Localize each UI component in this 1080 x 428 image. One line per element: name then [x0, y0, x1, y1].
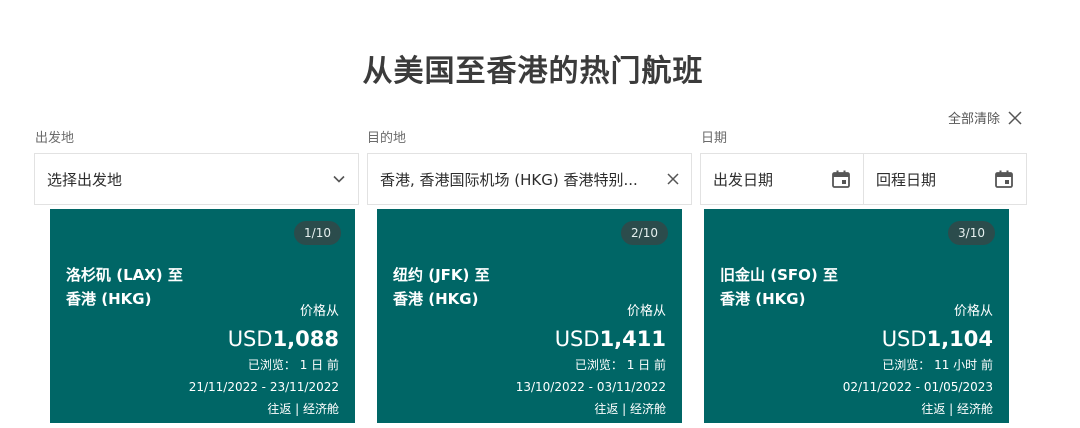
destination-value: 香港, 香港国际机场 (HKG) 香港特别...: [380, 170, 638, 189]
origin-value: 选择出发地: [47, 170, 123, 189]
card-route: 纽约 (JFK) 至 香港 (HKG): [393, 263, 490, 311]
route-destination: 香港 (HKG): [393, 290, 479, 308]
price-from-label: 价格从: [626, 304, 666, 319]
price-from-label: 价格从: [953, 304, 993, 319]
flight-deal-card[interactable]: 2/10 纽约 (JFK) 至 香港 (HKG) 价格从 USD1,411 已浏…: [377, 209, 682, 423]
route-origin: 纽约 (JFK) 至: [393, 266, 490, 284]
price-currency: USD: [554, 327, 600, 351]
price-block: 价格从 USD1,088 已浏览： 1 日 前 21/11/2022 - 23/…: [189, 303, 339, 420]
price-from-label: 价格从: [299, 304, 339, 319]
price-amount: 1,104: [926, 327, 993, 351]
price-currency: USD: [227, 327, 273, 351]
trip-type: 往返 | 经济舱: [921, 402, 993, 416]
viewed-time: 已浏览： 1 日 前: [574, 358, 666, 372]
depart-date-field[interactable]: 出发日期: [700, 153, 864, 205]
flight-deal-card[interactable]: 1/10 洛杉矶 (LAX) 至 香港 (HKG) 价格从 USD1,088 已…: [50, 209, 355, 423]
route-origin: 旧金山 (SFO) 至: [720, 266, 838, 284]
route-destination: 香港 (HKG): [720, 290, 806, 308]
dates-label: 日期: [701, 131, 728, 146]
trip-type: 往返 | 经济舱: [267, 402, 339, 416]
travel-dates: 02/11/2022 - 01/05/2023: [842, 380, 993, 394]
price: USD1,088: [189, 324, 339, 354]
price-block: 价格从 USD1,411 已浏览： 1 日 前 13/10/2022 - 03/…: [516, 303, 666, 420]
price-currency: USD: [881, 327, 927, 351]
price: USD1,104: [843, 324, 993, 354]
travel-dates: 13/10/2022 - 03/11/2022: [515, 380, 666, 394]
viewed-time: 已浏览： 11 小时 前: [882, 358, 993, 372]
card-route: 旧金山 (SFO) 至 香港 (HKG): [720, 263, 838, 311]
close-icon: [1008, 110, 1022, 125]
travel-dates: 21/11/2022 - 23/11/2022: [188, 380, 339, 394]
price: USD1,411: [516, 324, 666, 354]
card-counter: 2/10: [621, 221, 668, 245]
origin-select[interactable]: 选择出发地: [34, 153, 359, 205]
viewed-time: 已浏览： 1 日 前: [247, 358, 339, 372]
price-amount: 1,411: [599, 327, 666, 351]
chevron-down-icon: [333, 175, 345, 183]
destination-input[interactable]: 香港, 香港国际机场 (HKG) 香港特别...: [367, 153, 692, 205]
trip-type: 往返 | 经济舱: [594, 402, 666, 416]
close-icon[interactable]: [667, 173, 679, 185]
price-amount: 1,088: [272, 327, 339, 351]
price-block: 价格从 USD1,104 已浏览： 11 小时 前 02/11/2022 - 0…: [843, 303, 993, 420]
card-route: 洛杉矶 (LAX) 至 香港 (HKG): [66, 263, 183, 311]
flight-deal-card[interactable]: 3/10 旧金山 (SFO) 至 香港 (HKG) 价格从 USD1,104 已…: [704, 209, 1009, 423]
card-counter: 3/10: [948, 221, 995, 245]
clear-all-label: 全部清除: [947, 112, 1000, 127]
calendar-icon: [995, 170, 1013, 188]
card-counter: 1/10: [294, 221, 341, 245]
return-date-placeholder: 回程日期: [876, 170, 937, 189]
calendar-icon: [832, 170, 850, 188]
origin-label: 出发地: [35, 131, 75, 146]
return-date-field[interactable]: 回程日期: [863, 153, 1027, 205]
route-destination: 香港 (HKG): [66, 290, 152, 308]
destination-label: 目的地: [367, 131, 407, 146]
page-title: 从美国至香港的热门航班: [362, 54, 704, 89]
route-origin: 洛杉矶 (LAX) 至: [66, 266, 183, 284]
depart-date-placeholder: 出发日期: [713, 170, 774, 189]
clear-all-button[interactable]: 全部清除: [948, 108, 1022, 127]
